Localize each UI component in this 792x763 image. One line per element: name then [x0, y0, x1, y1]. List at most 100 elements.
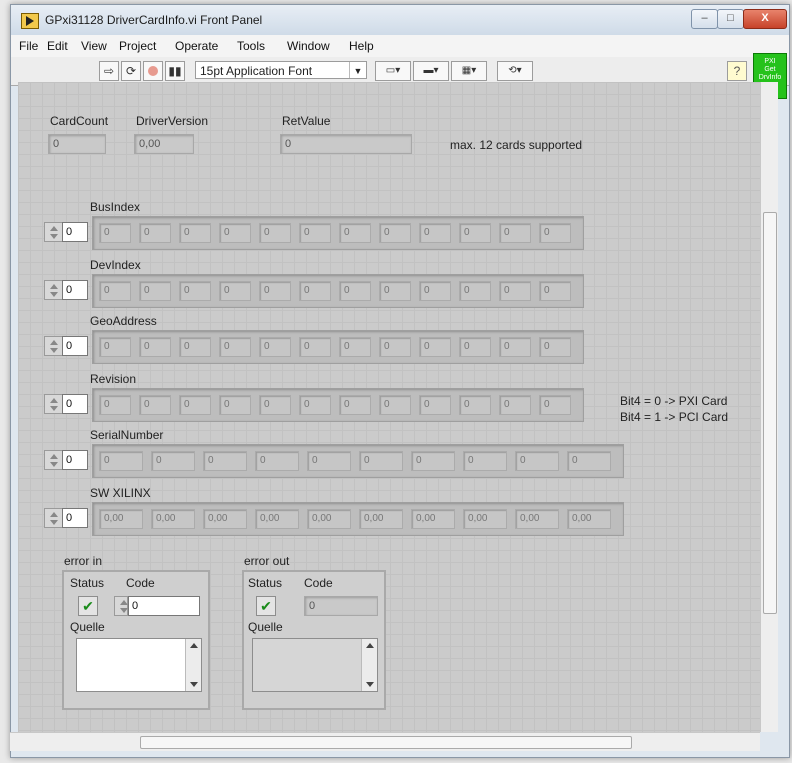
- run-arrow-icon[interactable]: ⇨: [99, 61, 119, 81]
- error-out-code-indicator: 0: [304, 596, 378, 616]
- serial-number-array: 0000000000: [92, 444, 624, 478]
- menu-operate[interactable]: Operate: [175, 39, 218, 53]
- driver-version-label: DriverVersion: [136, 114, 209, 128]
- abort-icon[interactable]: [143, 61, 163, 81]
- bus-index-index-field[interactable]: 0: [62, 222, 88, 242]
- error-in-source-field[interactable]: [76, 638, 202, 692]
- error-in-source-scrollbar[interactable]: [185, 639, 201, 691]
- sw-xilinx-index-field[interactable]: 0: [62, 508, 88, 528]
- max-cards-note: max. 12 cards supported: [450, 138, 583, 152]
- front-panel-canvas: CardCount 0 DriverVersion 0,00 RetValue …: [18, 82, 760, 732]
- revision-label: Revision: [90, 372, 137, 386]
- window-horizontal-scrollbar[interactable]: [10, 732, 760, 751]
- horizontal-scroll-thumb[interactable]: [140, 736, 632, 749]
- sw-xilinx-element: 0,00: [255, 509, 299, 529]
- check-icon: ✔: [260, 598, 272, 614]
- bus-index-element: 0: [419, 223, 451, 243]
- serial-number-element: 0: [411, 451, 455, 471]
- bus-index-element: 0: [179, 223, 211, 243]
- serial-number-index-stepper[interactable]: [44, 450, 64, 470]
- geo-address-index-stepper[interactable]: [44, 336, 64, 356]
- geo-address-label: GeoAddress: [90, 314, 157, 328]
- reorder-icon[interactable]: ⟲▾: [497, 61, 533, 81]
- revision-element: 0: [299, 395, 331, 415]
- bus-index-element: 0: [259, 223, 291, 243]
- scroll-down-icon[interactable]: [190, 682, 198, 687]
- dev-index-element: 0: [259, 281, 291, 301]
- dev-index-element: 0: [459, 281, 491, 301]
- close-button[interactable]: X: [743, 9, 787, 29]
- dev-index-element: 0: [539, 281, 571, 301]
- connector-line-1: PXI: [764, 58, 776, 65]
- sw-xilinx-element: 0,00: [515, 509, 559, 529]
- dev-index-element: 0: [379, 281, 411, 301]
- dev-index-index-stepper[interactable]: [44, 280, 64, 300]
- window-vertical-scrollbar[interactable]: [760, 82, 778, 732]
- dev-index-element: 0: [299, 281, 331, 301]
- distribute-objects-icon[interactable]: ▬▾: [413, 61, 449, 81]
- error-in-cluster: Status Code ✔ 0 Quelle: [62, 570, 210, 710]
- menu-view[interactable]: View: [81, 39, 107, 53]
- revision-element: 0: [219, 395, 251, 415]
- help-icon[interactable]: ?: [727, 61, 747, 81]
- bus-index-element: 0: [139, 223, 171, 243]
- error-in-code-stepper[interactable]: [114, 596, 128, 616]
- revision-index-field[interactable]: 0: [62, 394, 88, 414]
- error-in-source-label: Quelle: [70, 620, 105, 634]
- pause-icon[interactable]: ▮▮: [165, 61, 185, 81]
- dev-index-label: DevIndex: [90, 258, 141, 272]
- scroll-up-icon[interactable]: [190, 643, 198, 648]
- bus-index-label: BusIndex: [90, 200, 141, 214]
- sw-xilinx-element: 0,00: [359, 509, 403, 529]
- driver-version-indicator: 0,00: [134, 134, 194, 154]
- font-select[interactable]: 15pt Application Font ▼: [195, 61, 367, 79]
- revision-element: 0: [539, 395, 571, 415]
- error-in-status-checkbox[interactable]: ✔: [78, 596, 98, 616]
- sw-xilinx-label: SW XILINX: [90, 486, 151, 500]
- resize-objects-icon[interactable]: ▦▾: [451, 61, 487, 81]
- menu-window[interactable]: Window: [287, 39, 330, 53]
- labview-vi-icon: [21, 13, 39, 29]
- connector-line-3: DrvInfo: [758, 74, 782, 81]
- revision-index-stepper[interactable]: [44, 394, 64, 414]
- revision-element: 0: [339, 395, 371, 415]
- menu-file[interactable]: File: [19, 39, 38, 53]
- bus-index-index-stepper[interactable]: [44, 222, 64, 242]
- scroll-up-icon[interactable]: [366, 643, 374, 648]
- error-in-code-field[interactable]: 0: [128, 596, 200, 616]
- sw-xilinx-element: 0,00: [307, 509, 351, 529]
- align-objects-icon[interactable]: ▭▾: [375, 61, 411, 81]
- vertical-scroll-thumb[interactable]: [763, 212, 777, 614]
- error-out-source-scrollbar[interactable]: [361, 639, 377, 691]
- sw-xilinx-element: 0,00: [99, 509, 143, 529]
- serial-number-element: 0: [463, 451, 507, 471]
- maximize-button[interactable]: □: [717, 9, 744, 29]
- menu-edit[interactable]: Edit: [47, 39, 68, 53]
- geo-address-index-field[interactable]: 0: [62, 336, 88, 356]
- error-out-status-indicator: ✔: [256, 596, 276, 616]
- scroll-down-icon[interactable]: [366, 682, 374, 687]
- dev-index-index-field[interactable]: 0: [62, 280, 88, 300]
- error-out-source-field: [252, 638, 378, 692]
- error-out-cluster: Status Code ✔ 0 Quelle: [242, 570, 386, 710]
- revision-element: 0: [179, 395, 211, 415]
- revision-element: 0: [139, 395, 171, 415]
- geo-address-element: 0: [299, 337, 331, 357]
- continuous-run-icon[interactable]: ⟳: [121, 61, 141, 81]
- geo-address-element: 0: [419, 337, 451, 357]
- menu-tools[interactable]: Tools: [237, 39, 265, 53]
- sw-xilinx-index-stepper[interactable]: [44, 508, 64, 528]
- menu-help[interactable]: Help: [349, 39, 374, 53]
- bus-index-element: 0: [459, 223, 491, 243]
- geo-address-element: 0: [539, 337, 571, 357]
- serial-number-index-field[interactable]: 0: [62, 450, 88, 470]
- card-count-label: CardCount: [50, 114, 109, 128]
- serial-number-label: SerialNumber: [90, 428, 164, 442]
- font-select-value: 15pt Application Font: [200, 64, 313, 78]
- error-out-label: error out: [244, 554, 290, 568]
- menu-project[interactable]: Project: [119, 39, 156, 53]
- geo-address-element: 0: [379, 337, 411, 357]
- geo-address-element: 0: [339, 337, 371, 357]
- geo-address-element: 0: [99, 337, 131, 357]
- minimize-button[interactable]: –: [691, 9, 718, 29]
